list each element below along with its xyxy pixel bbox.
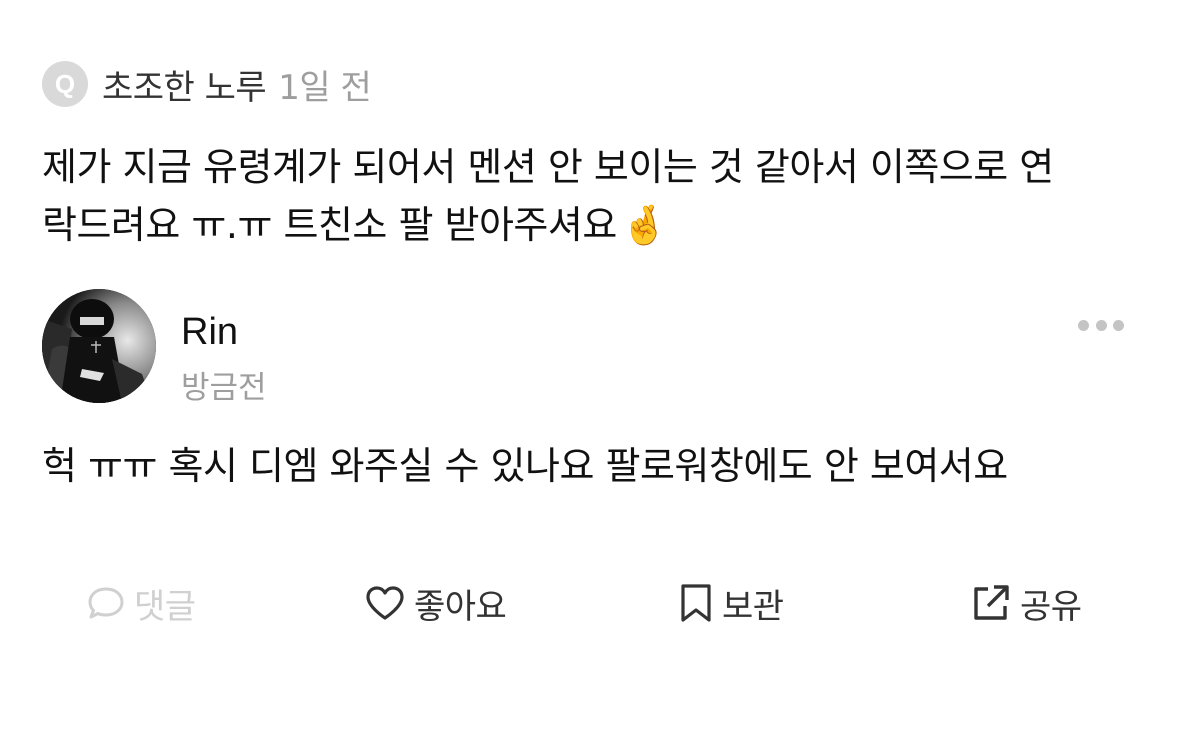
- more-options-icon[interactable]: [1078, 313, 1124, 337]
- avatar-illustration-icon: [42, 289, 156, 403]
- crossed-fingers-emoji-icon: 🤞: [620, 203, 668, 247]
- like-label: 좋아요: [414, 586, 507, 627]
- more-dot: [1113, 319, 1124, 331]
- question-text-line-2: 락드려요 ㅠ.ㅠ 트친소 팔 받아주셔요 🤞: [42, 196, 1152, 254]
- answer-timestamp: 방금전: [181, 370, 267, 406]
- bookmark-icon: [678, 583, 714, 623]
- more-dot: [1095, 319, 1107, 331]
- speech-bubble-icon: [86, 585, 126, 621]
- answer-author-name[interactable]: Rin: [181, 311, 238, 354]
- share-label: 공유: [1020, 586, 1082, 627]
- action-bar: 댓글 좋아요 보관 공유: [0, 575, 1179, 631]
- heart-icon: [364, 584, 406, 622]
- question-timestamp: 1일 전: [278, 67, 372, 108]
- more-dot: [1078, 319, 1089, 331]
- question-text: 제가 지금 유령계가 되어서 멘션 안 보이는 것 같아서 이쪽으로 연 락드려…: [42, 138, 1152, 254]
- save-label: 보관: [722, 586, 784, 627]
- share-button[interactable]: 공유: [970, 575, 1082, 631]
- answer-text: 헉 ㅠㅠ 혹시 디엠 와주실 수 있나요 팔로워창에도 안 보여서요: [42, 444, 1008, 488]
- share-icon: [970, 582, 1012, 624]
- question-text-line-2-content: 락드려요 ㅠ.ㅠ 트친소 팔 받아주셔요: [42, 203, 617, 247]
- question-badge-icon: Q: [42, 61, 88, 107]
- save-button[interactable]: 보관: [678, 575, 784, 631]
- question-header: Q 초조한 노루 1일 전: [42, 60, 372, 109]
- comment-button[interactable]: 댓글: [86, 575, 196, 631]
- question-author[interactable]: 초조한 노루: [102, 60, 267, 109]
- like-button[interactable]: 좋아요: [364, 575, 507, 631]
- comment-label: 댓글: [134, 586, 196, 627]
- question-text-line-1: 제가 지금 유령계가 되어서 멘션 안 보이는 것 같아서 이쪽으로 연: [42, 145, 1054, 189]
- avatar[interactable]: [42, 289, 156, 403]
